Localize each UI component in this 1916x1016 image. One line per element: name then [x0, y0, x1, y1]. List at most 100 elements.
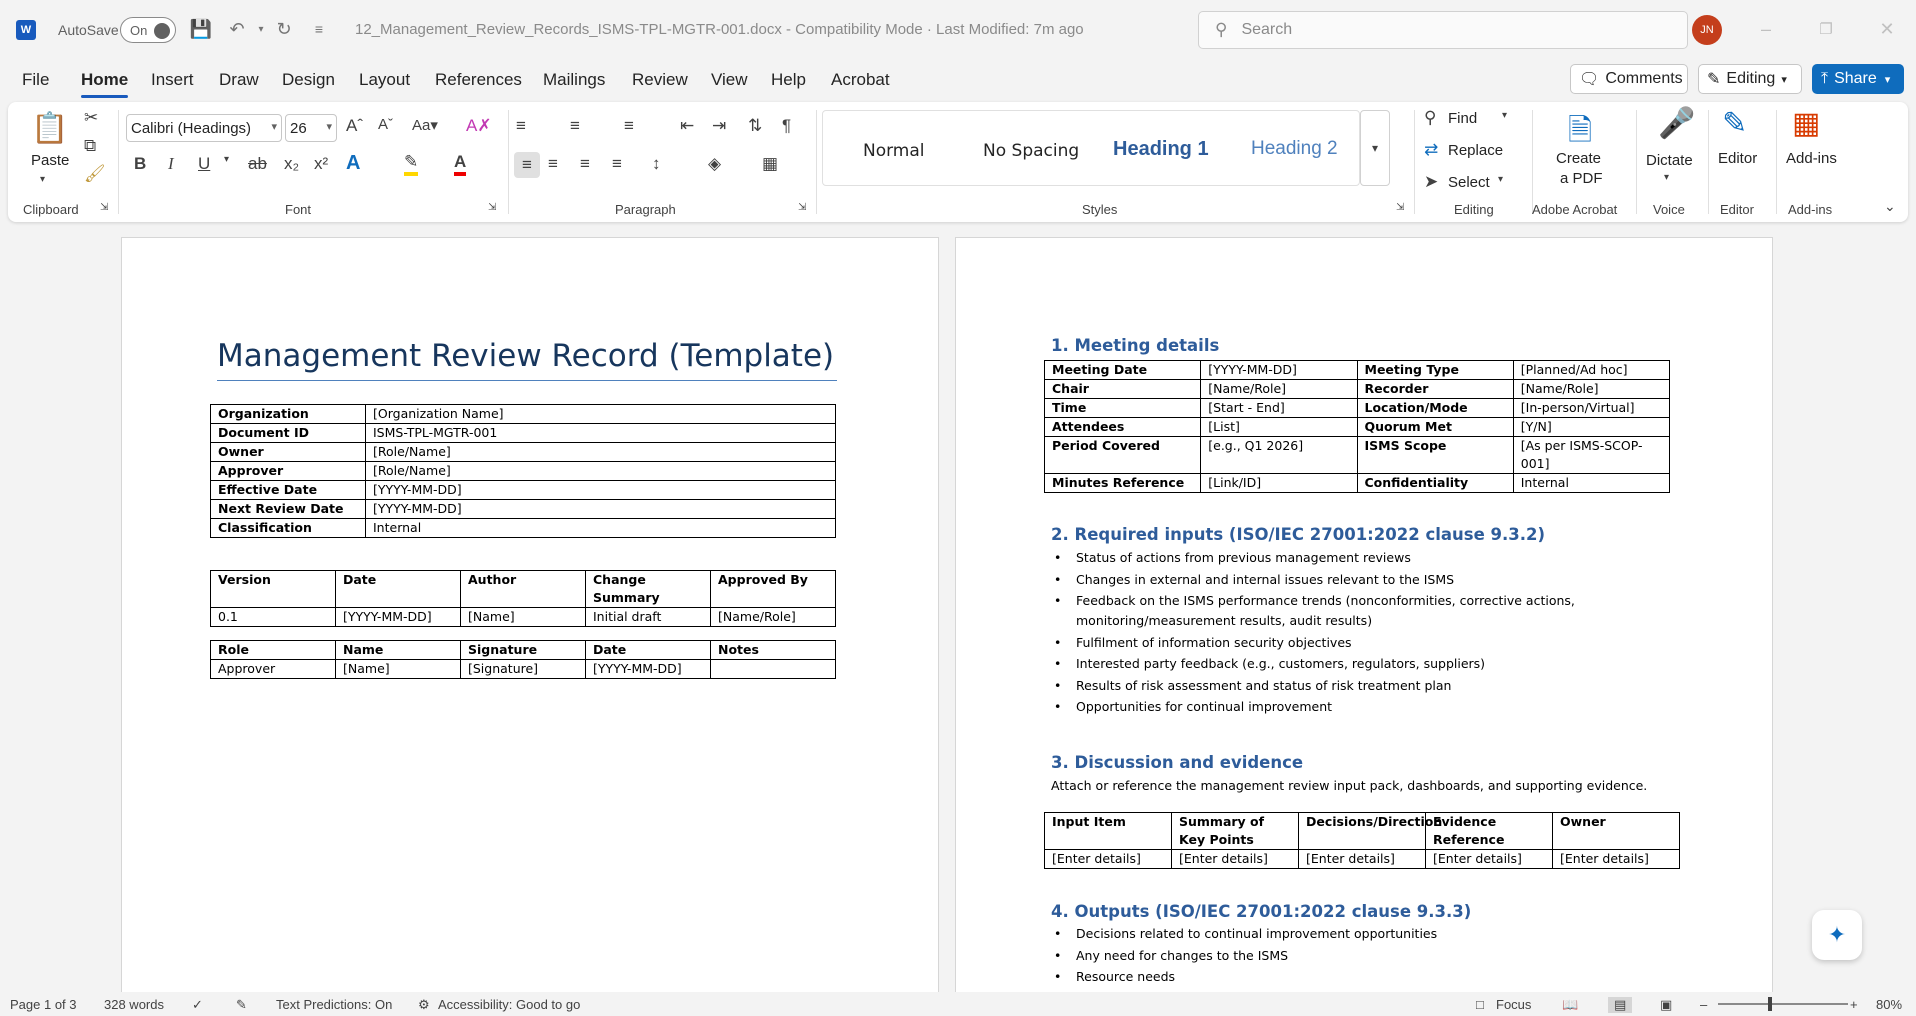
tab-acrobat[interactable]: Acrobat	[831, 70, 890, 90]
table-cell[interactable]: Meeting Type	[1356, 360, 1514, 380]
tab-file[interactable]: File	[22, 70, 49, 90]
section-heading-outputs[interactable]: 4. Outputs (ISO/IEC 27001:2022 clause 9.…	[1051, 902, 1471, 921]
replace-button[interactable]: Replace	[1448, 142, 1503, 159]
table-cell[interactable]: Meeting Date	[1043, 360, 1202, 380]
table-cell[interactable]: ISMS-TPL-MGTR-001	[365, 423, 836, 443]
table-cell[interactable]: Attendees	[1043, 417, 1202, 437]
sort-icon[interactable]: ⇅	[748, 116, 762, 136]
table-header-cell[interactable]: Input Item	[1044, 812, 1172, 850]
table-cell[interactable]	[710, 659, 836, 679]
table-cell[interactable]: Next Review Date	[210, 499, 366, 519]
word-count[interactable]: 328 words	[104, 997, 164, 1012]
restore-icon[interactable]: ❐	[1815, 18, 1837, 40]
table-cell[interactable]: [Planned/Ad hoc]	[1512, 360, 1671, 380]
table-cell[interactable]: Confidentiality	[1356, 473, 1514, 493]
accessibility-status[interactable]: Accessibility: Good to go	[438, 997, 580, 1012]
close-icon[interactable]: ✕	[1876, 18, 1898, 40]
tab-home[interactable]: Home	[81, 70, 129, 98]
table-cell[interactable]: [Role/Name]	[365, 442, 836, 462]
show-formatting-icon[interactable]: ¶	[782, 116, 791, 136]
list-item[interactable]: Decisions related to continual improveme…	[1051, 924, 1611, 944]
format-painter-icon[interactable]: 🖌	[84, 164, 106, 184]
document-title-heading[interactable]: Management Review Record (Template)	[217, 338, 834, 374]
customize-qat-icon[interactable]: ≡	[308, 18, 330, 40]
table-cell[interactable]: Internal	[365, 518, 836, 538]
replace-icon[interactable]: ⇄	[1424, 140, 1438, 160]
list-item[interactable]: Results of risk assessment and status of…	[1051, 676, 1611, 696]
tab-references[interactable]: References	[435, 70, 522, 90]
undo-icon[interactable]: ↶	[226, 18, 248, 40]
page-count[interactable]: Page 1 of 3	[10, 997, 77, 1012]
save-icon[interactable]: 💾	[190, 18, 212, 40]
table-header-cell[interactable]: Signature	[460, 640, 586, 660]
table-cell[interactable]: [YYYY-MM-DD]	[365, 499, 836, 519]
comments-button[interactable]: 🗨 Comments	[1570, 64, 1688, 94]
table-header-cell[interactable]: Role	[210, 640, 336, 660]
superscript-icon[interactable]: x²	[314, 154, 328, 174]
font-color-icon[interactable]: A	[454, 152, 467, 176]
evidence-table[interactable]: Input Item Summary of Key Points Decisio…	[1044, 812, 1680, 869]
tab-design[interactable]: Design	[282, 70, 335, 90]
tab-mailings[interactable]: Mailings	[543, 70, 605, 90]
paste-icon[interactable]: 📋	[30, 106, 70, 150]
font-name-select[interactable]: Calibri (Headings) ▾	[126, 114, 282, 142]
addins-label[interactable]: Add-ins	[1786, 150, 1837, 167]
table-header-cell[interactable]: Summary of Key Points	[1171, 812, 1299, 850]
table-cell[interactable]: [Enter details]	[1298, 849, 1426, 869]
table-cell[interactable]: Internal	[1512, 473, 1671, 493]
subscript-icon[interactable]: x₂	[284, 154, 299, 174]
tab-review[interactable]: Review	[632, 70, 688, 90]
multilevel-list-icon[interactable]: ≡	[624, 116, 634, 136]
table-cell[interactable]: [Enter details]	[1171, 849, 1299, 869]
table-cell[interactable]: Classification	[210, 518, 366, 538]
section-heading-meeting-details[interactable]: 1. Meeting details	[1051, 336, 1219, 355]
table-cell[interactable]: [Y/N]	[1512, 417, 1671, 437]
table-cell[interactable]: [Link/ID]	[1200, 473, 1358, 493]
table-cell[interactable]: [e.g., Q1 2026]	[1200, 436, 1358, 474]
table-cell[interactable]: [YYYY-MM-DD]	[335, 607, 461, 627]
dialog-launcher-icon[interactable]: ⇲	[488, 202, 496, 213]
list-item[interactable]: Opportunities for continual improvement	[1051, 697, 1611, 717]
table-header-cell[interactable]: Author	[460, 570, 586, 608]
font-size-select[interactable]: 26 ▾	[285, 114, 337, 142]
zoom-level[interactable]: 80%	[1876, 997, 1902, 1012]
table-cell[interactable]: [YYYY-MM-DD]	[585, 659, 711, 679]
table-cell[interactable]: Period Covered	[1043, 436, 1202, 474]
list-item[interactable]: Resource needs	[1051, 967, 1611, 987]
undo-dropdown-icon[interactable]: ▾	[250, 18, 272, 40]
list-item[interactable]: Fulfilment of information security objec…	[1051, 633, 1611, 653]
proofing-icon[interactable]: ✓	[192, 997, 203, 1013]
dialog-launcher-icon[interactable]: ⇲	[100, 202, 108, 213]
table-header-cell[interactable]: Decisions/Direction	[1298, 812, 1442, 850]
bullets-icon[interactable]: ≡	[516, 116, 526, 136]
style-no-spacing[interactable]: No Spacing	[983, 141, 1079, 161]
chevron-down-icon[interactable]: ▾	[40, 174, 45, 185]
paste-label[interactable]: Paste	[31, 152, 69, 169]
increase-indent-icon[interactable]: ⇥	[712, 116, 726, 136]
table-cell[interactable]: [Enter details]	[1425, 849, 1553, 869]
style-normal[interactable]: Normal	[863, 141, 925, 161]
avatar[interactable]: JN	[1692, 15, 1722, 45]
table-cell[interactable]: [Name/Role]	[710, 607, 836, 627]
zoom-slider[interactable]	[1718, 997, 1848, 1011]
table-cell[interactable]: Minutes Reference	[1043, 473, 1202, 493]
numbering-icon[interactable]: ≡	[570, 116, 580, 136]
highlight-icon[interactable]: ✎	[404, 152, 419, 176]
table-cell[interactable]: [Enter details]	[1552, 849, 1680, 869]
cut-icon[interactable]: ✂	[84, 108, 98, 128]
chevron-down-icon[interactable]: ▾	[1502, 110, 1507, 121]
section-heading-discussion[interactable]: 3. Discussion and evidence	[1051, 753, 1303, 772]
shading-icon[interactable]: ◈	[708, 154, 721, 174]
text-effects-icon[interactable]: A	[346, 152, 360, 175]
redo-icon[interactable]: ↻	[273, 18, 295, 40]
table-cell[interactable]: [Name]	[460, 607, 586, 627]
list-item[interactable]: Changes in external and internal issues …	[1051, 570, 1611, 590]
decrease-indent-icon[interactable]: ⇤	[680, 116, 694, 136]
table-cell[interactable]: Effective Date	[210, 480, 366, 500]
zoom-out-icon[interactable]: –	[1700, 997, 1707, 1012]
dialog-launcher-icon[interactable]: ⇲	[798, 202, 806, 213]
table-cell[interactable]: [YYYY-MM-DD]	[365, 480, 836, 500]
copy-icon[interactable]: ⧉	[84, 136, 96, 156]
tab-layout[interactable]: Layout	[359, 70, 410, 90]
borders-icon[interactable]: ▦	[762, 154, 778, 174]
